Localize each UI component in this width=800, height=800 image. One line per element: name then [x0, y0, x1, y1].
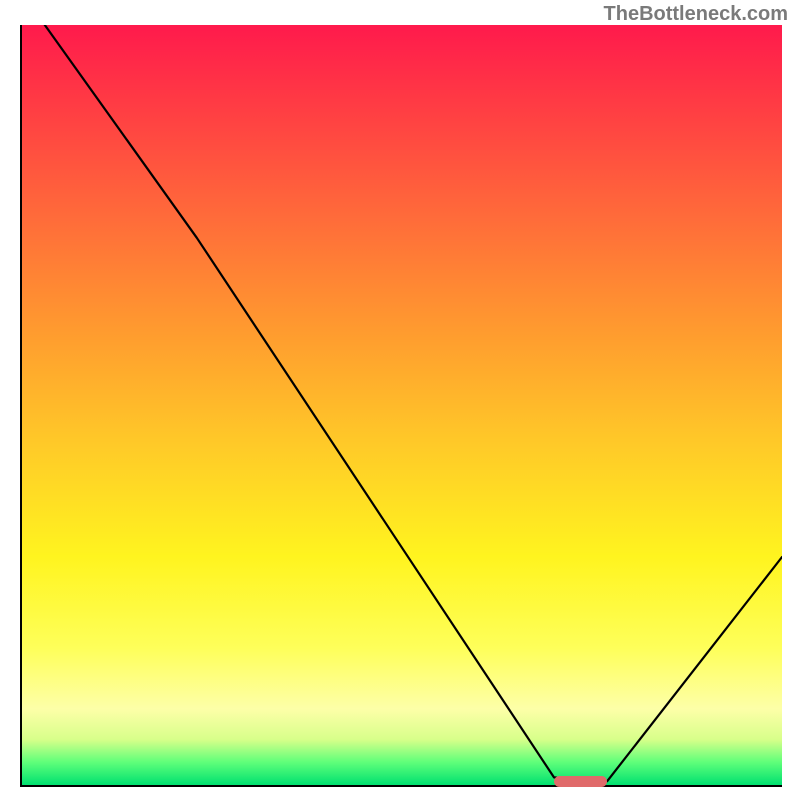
- bottleneck-curve: [22, 25, 782, 785]
- watermark-text: TheBottleneck.com: [604, 3, 788, 26]
- plot-area: [20, 25, 782, 787]
- optimum-marker: [554, 776, 607, 787]
